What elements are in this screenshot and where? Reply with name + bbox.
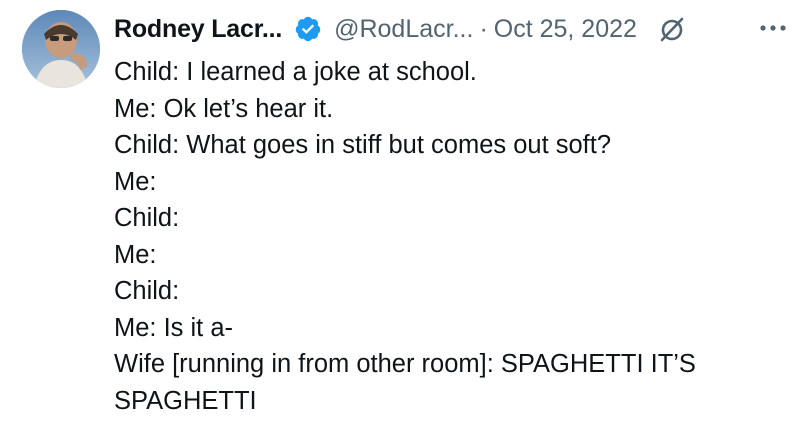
tweet-card[interactable]: Rodney Lacr... @RodLacr... · Oct 25, 202…: [0, 0, 800, 432]
display-name[interactable]: Rodney Lacr...: [114, 15, 282, 44]
tweet-text-line: Wife [running in from other room]: SPAGH…: [114, 350, 696, 378]
tweet-text-line: Child: What goes in stiff but comes out …: [114, 131, 612, 159]
tweet-text-line: Child: I learned a joke at school.: [114, 58, 477, 86]
grok-icon[interactable]: [657, 14, 687, 44]
verified-badge-icon: [294, 15, 322, 43]
avatar[interactable]: [22, 10, 100, 88]
separator-dot: ·: [479, 14, 488, 43]
tweet-text-line: Child:: [114, 277, 180, 305]
tweet-text-line: Child:: [114, 204, 180, 232]
profile-photo: [22, 10, 100, 88]
tweet-text: Child: I learned a joke at school. Me: O…: [114, 54, 784, 419]
tweet-text-line: Me:: [114, 240, 157, 269]
tweet-date[interactable]: Oct 25, 2022: [494, 15, 637, 44]
tweet-header: Rodney Lacr... @RodLacr... · Oct 25, 202…: [114, 10, 687, 48]
more-dots-icon[interactable]: [755, 16, 791, 40]
tweet-text-line: Me: Ok let’s hear it.: [114, 94, 334, 123]
tweet-text-line: SPAGHETTI: [114, 386, 257, 415]
tweet-text-line: Me: Is it a-: [114, 313, 234, 342]
author-handle[interactable]: @RodLacr...: [334, 15, 473, 44]
tweet-text-line: Me:: [114, 167, 157, 196]
